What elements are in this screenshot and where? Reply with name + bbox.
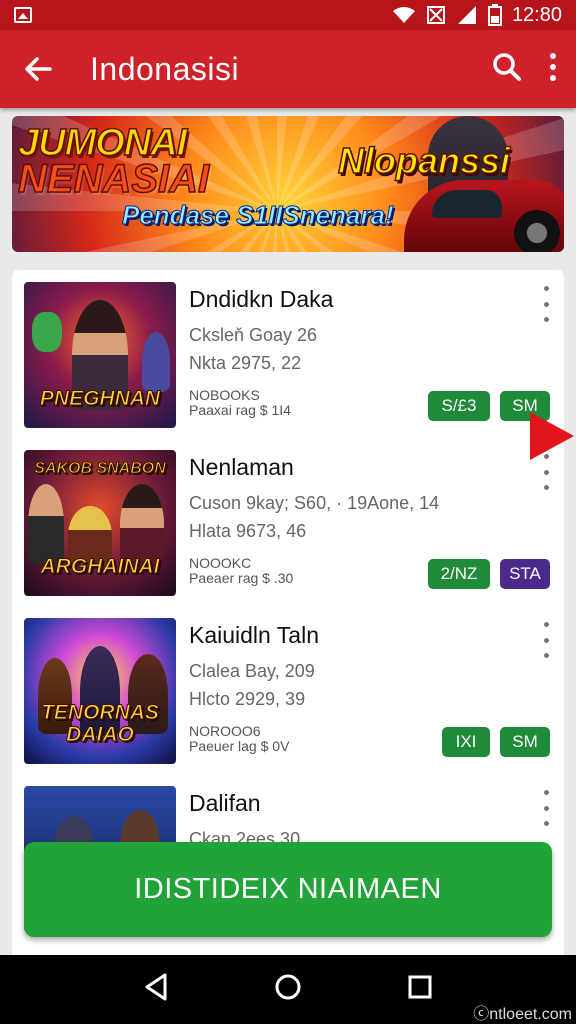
- no-signal-icon: [426, 6, 445, 24]
- price-button[interactable]: IXI: [442, 727, 490, 757]
- watermark: ⓒntloeet.com: [473, 1006, 572, 1023]
- status-bar: 12:80: [0, 0, 576, 30]
- banner-line-2: NENASIAI: [17, 157, 210, 201]
- list-item[interactable]: TENORNAS DAIAO Kaiuidln Taln Clalea Bay,…: [12, 606, 564, 766]
- game-thumbnail: PNEGHNAN: [24, 282, 176, 428]
- install-button[interactable]: STA: [500, 559, 550, 589]
- nav-back-button[interactable]: [143, 973, 169, 1006]
- nav-home-button[interactable]: [274, 973, 302, 1006]
- thumbnail-title: TENORNAS DAIAO: [41, 701, 160, 746]
- price-button[interactable]: S/£3: [428, 391, 490, 421]
- back-button[interactable]: [18, 49, 58, 89]
- game-thumbnail: TENORNAS DAIAO: [24, 618, 176, 764]
- price-button[interactable]: 2/NZ: [428, 559, 490, 589]
- item-overflow-menu-icon[interactable]: [540, 286, 552, 322]
- system-nav-bar: ⓒntloeet.com: [0, 955, 576, 1024]
- cell-signal-icon: [457, 6, 476, 24]
- pointer-arrow-icon: [530, 412, 574, 460]
- status-time: 12:80: [511, 3, 562, 26]
- nav-recents-button[interactable]: [407, 974, 433, 1005]
- game-title: Dndidkn Daka: [189, 286, 334, 312]
- game-title: Kaiuidln Taln: [189, 622, 320, 648]
- game-sub-1: NOBOOKS: [189, 387, 260, 403]
- image-icon: [14, 7, 32, 23]
- game-meta-1: Clalea Bay, 209: [189, 661, 315, 681]
- game-thumbnail: SAKOB SNABON ARGHAINAI: [24, 450, 176, 596]
- thumbnail-title: PNEGHNAN: [39, 387, 161, 410]
- game-meta-1: Cksleň Goay 26: [189, 325, 318, 345]
- thumbnail-title: ARGHAINAI: [40, 555, 160, 578]
- game-title: Dalifan: [189, 790, 261, 816]
- game-meta-2: Hlata 9673, 46: [189, 521, 307, 541]
- primary-cta-button[interactable]: IDISTIDEIX NIAIMAEN: [24, 842, 552, 937]
- status-icons: 12:80: [392, 4, 562, 27]
- list-item[interactable]: PNEGHNAN Dndidkn Daka Cksleň Goay 26 Nkt…: [12, 270, 564, 430]
- app-bar: Indonasisi: [0, 30, 576, 108]
- game-sub-1: NOOOKC: [189, 555, 252, 571]
- banner-line-3: Pendase S1IISnenara!: [122, 200, 395, 231]
- back-triangle-icon: [145, 973, 167, 1001]
- game-sub-2: Paeaer rag $ .30: [189, 570, 294, 586]
- list-item[interactable]: SAKOB SNABON ARGHAINAI Nenlaman Cuson 9k…: [12, 438, 564, 598]
- item-overflow-menu-icon[interactable]: [540, 622, 552, 658]
- search-icon: [493, 52, 521, 81]
- search-button[interactable]: [492, 52, 522, 87]
- item-overflow-menu-icon[interactable]: [540, 790, 552, 826]
- wifi-icon: [392, 7, 415, 23]
- game-sub-2: Paaxai rag $ 1I4: [189, 402, 291, 418]
- thumbnail-top-title: SAKOB SNABON: [34, 460, 167, 478]
- page-title: Indonasisi: [90, 50, 240, 87]
- game-sub-2: Paeuer lag $ 0V: [189, 738, 290, 754]
- home-circle-icon: [275, 974, 301, 1000]
- recents-square-icon: [408, 975, 432, 999]
- game-title: Nenlaman: [189, 454, 294, 480]
- banner-line-4: Nlopanssi: [337, 139, 511, 182]
- overflow-menu-icon: [550, 52, 556, 81]
- game-sub-1: NOROOO6: [189, 723, 261, 739]
- install-button[interactable]: SM: [500, 727, 550, 757]
- banner-car-image: [404, 180, 564, 252]
- back-arrow-icon: [25, 57, 52, 81]
- promo-banner[interactable]: JUMONAI NENASIAI Pendase S1IISnenara! Nl…: [12, 116, 564, 252]
- game-meta-1: Cuson 9kay; S60, · 19Aone, 14: [189, 493, 440, 513]
- game-meta-2: Nkta 2975, 22: [189, 353, 302, 373]
- banner-line-1: JUMONAI: [17, 122, 188, 164]
- overflow-menu-button[interactable]: [548, 52, 558, 87]
- game-meta-2: Hlcto 2929, 39: [189, 689, 306, 709]
- battery-icon: [487, 4, 502, 26]
